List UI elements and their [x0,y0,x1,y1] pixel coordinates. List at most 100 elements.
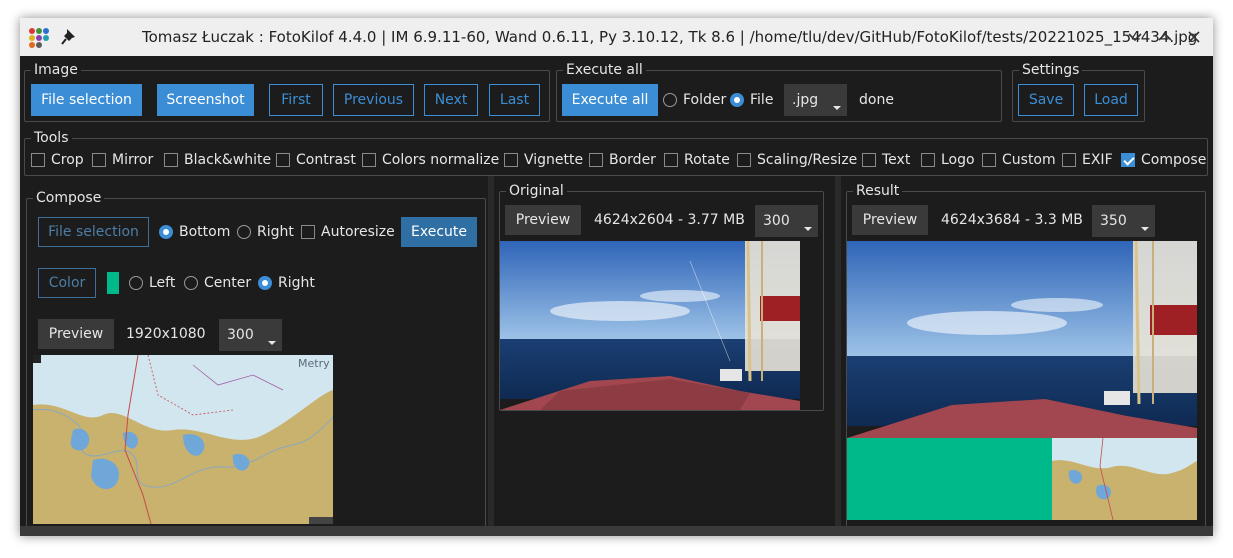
original-info: 4624x2604 - 3.77 MB [594,212,745,228]
autoresize-checkbox[interactable]: Autoresize [301,224,395,240]
checkbox-box[interactable] [862,153,876,167]
checkbox-box[interactable] [1062,153,1076,167]
tool-custom-checkbox[interactable]: Custom [982,152,1056,168]
column-divider[interactable] [488,176,494,536]
tool-logo-checkbox[interactable]: Logo [921,152,975,168]
original-preview-size-select[interactable]: 300 [755,205,818,237]
file-selection-button[interactable]: File selection [31,84,142,116]
radio-folder[interactable]: Folder [663,92,726,108]
radio-align-center-dot[interactable] [184,276,198,290]
original-image-preview [500,241,800,410]
tool-crop-checkbox[interactable]: Crop [31,152,84,168]
radio-align-right[interactable]: Right [258,275,315,291]
status-bar [20,526,1213,536]
radio-bottom-dot[interactable] [159,225,173,239]
compose-execute-button[interactable]: Execute [401,217,477,247]
autoresize-label: Autoresize [321,224,395,240]
compose-map-preview: Metry [33,355,333,524]
original-preview-button[interactable]: Preview [505,205,581,235]
tool-vignette-checkbox[interactable]: Vignette [504,152,583,168]
compose-file-selection-button[interactable]: File selection [38,217,149,247]
tool-border-checkbox[interactable]: Border [589,152,656,168]
checkbox-box[interactable] [921,153,935,167]
checkbox-box[interactable] [362,153,376,167]
tool-blackwhite-checkbox[interactable]: Black&white [164,152,271,168]
tool-rotate-checkbox[interactable]: Rotate [664,152,730,168]
compose-preview-size-select[interactable]: 300 [219,319,282,351]
title-bar: Tomasz Łuczak : FotoKilof 4.4.0 | IM 6.9… [20,18,1213,56]
maximize-icon[interactable] [1155,27,1175,47]
tool-colors-normalize-checkbox[interactable]: Colors normalize [362,152,499,168]
checkbox-box[interactable] [92,153,106,167]
previous-button[interactable]: Previous [333,84,414,116]
checkbox-box[interactable] [31,153,45,167]
original-preview-size-value: 300 [763,213,790,229]
chevron-down-icon [268,341,276,345]
radio-folder-label: Folder [683,92,727,108]
checkbox-box[interactable] [1121,153,1135,167]
pin-icon[interactable] [60,27,78,47]
result-preview-size-select[interactable]: 350 [1092,205,1155,237]
app-logo-icon [29,28,49,48]
format-select-value: .jpg [792,92,819,108]
result-preview-button[interactable]: Preview [852,205,928,235]
tool-label: Black&white [184,152,272,168]
chevron-down-icon [1141,227,1149,231]
radio-folder-dot[interactable] [663,93,677,107]
tool-mirror-checkbox[interactable]: Mirror [92,152,153,168]
tool-label: Contrast [296,152,356,168]
load-button[interactable]: Load [1084,84,1138,116]
radio-file-dot[interactable] [730,93,744,107]
radio-right[interactable]: Right [237,224,294,240]
original-legend: Original [506,182,567,200]
first-button[interactable]: First [269,84,323,116]
minimize-icon[interactable] [1125,27,1145,47]
execute-all-button[interactable]: Execute all [562,84,658,116]
radio-align-left-dot[interactable] [129,276,143,290]
checkbox-box[interactable] [982,153,996,167]
compose-preview-button[interactable]: Preview [38,319,114,349]
radio-right-dot[interactable] [237,225,251,239]
tool-contrast-checkbox[interactable]: Contrast [276,152,356,168]
tool-exif-checkbox[interactable]: EXIF [1062,152,1113,168]
color-button[interactable]: Color [38,268,96,298]
radio-file-label: File [750,92,774,108]
window-title: Tomasz Łuczak : FotoKilof 4.4.0 | IM 6.9… [142,28,1198,46]
result-photo [847,241,1197,520]
radio-align-left[interactable]: Left [129,275,175,291]
image-group-legend: Image [31,61,81,79]
tool-label: Border [609,152,656,168]
tool-label: EXIF [1082,152,1113,168]
tool-text-checkbox[interactable]: Text [862,152,910,168]
tool-scaling-resize-checkbox[interactable]: Scaling/Resize [737,152,857,168]
compose-legend: Compose [33,189,105,207]
tool-label: Mirror [112,152,154,168]
checkbox-box[interactable] [164,153,178,167]
last-button[interactable]: Last [489,84,540,116]
radio-right-label: Right [257,224,294,240]
tool-label: Text [882,152,911,168]
checkbox-box[interactable] [589,153,603,167]
close-icon[interactable] [1184,27,1204,47]
tool-label: Colors normalize [382,152,500,168]
next-button[interactable]: Next [424,84,478,116]
tools-legend: Tools [31,129,72,147]
radio-file[interactable]: File [730,92,773,108]
checkbox-box[interactable] [504,153,518,167]
compose-dimensions: 1920x1080 [126,326,206,342]
radio-bottom[interactable]: Bottom [159,224,230,240]
checkbox-box[interactable] [276,153,290,167]
checkbox-box[interactable] [737,153,751,167]
tool-compose-checkbox[interactable]: Compose [1121,152,1206,168]
save-button[interactable]: Save [1018,84,1074,116]
checkbox-box[interactable] [301,225,315,239]
tool-label: Custom [1002,152,1056,168]
checkbox-box[interactable] [664,153,678,167]
format-select[interactable]: .jpg [784,84,847,116]
radio-align-right-dot[interactable] [258,276,272,290]
screenshot-button[interactable]: Screenshot [157,84,254,116]
tool-label: Scaling/Resize [757,152,858,168]
tool-label: Logo [941,152,975,168]
column-divider[interactable] [835,176,841,536]
radio-align-center[interactable]: Center [184,275,251,291]
